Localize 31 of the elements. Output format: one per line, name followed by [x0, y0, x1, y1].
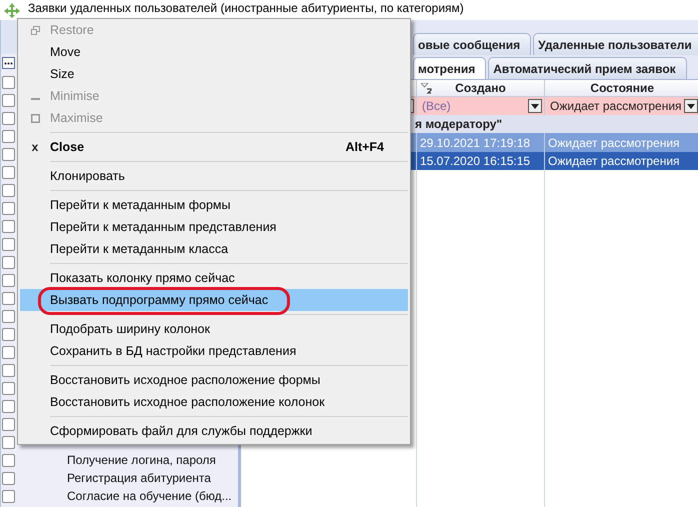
filter-value: (Все) [422, 99, 451, 113]
menu-item[interactable]: Клонировать [20, 165, 408, 187]
tab[interactable]: Удаленные пользователи [533, 33, 698, 55]
table-cell: Ожидает рассмотрения [545, 152, 698, 170]
column-header[interactable]: Состояние [545, 80, 698, 97]
menu-item[interactable]: Показать колонку прямо сейчас [20, 267, 408, 289]
group-header: я модератору" [415, 117, 502, 131]
menu-item[interactable]: Size [20, 63, 408, 85]
close-glyph: x [32, 140, 38, 154]
menu-item[interactable]: Перейти к метаданным класса [20, 238, 408, 260]
filter-value: Ожидает рассмотрения [550, 99, 682, 113]
column-header[interactable]: Создано [417, 80, 545, 97]
menu-item[interactable]: Восстановить исходное расположение колонок [20, 391, 408, 413]
menu-item[interactable]: Восстановить исходное расположение формы [20, 369, 408, 391]
menu-item[interactable]: x Close Alt+F4 [20, 136, 408, 158]
menu-item[interactable]: Подобрать ширину колонок [20, 318, 408, 340]
table-cell: Ожидает рассмотрения [545, 133, 698, 152]
window-title: Заявки удаленных пользователей (иностранные абитуриенты, по категориям) [28, 1, 464, 15]
tree-item[interactable]: Согласие на обучение (бюд... [67, 489, 232, 503]
tree-item[interactable]: Получение логина, пароля [67, 453, 216, 467]
menu-item[interactable]: Move [20, 41, 408, 63]
table-cell: 15.07.2020 16:15:15 [417, 152, 545, 170]
tab[interactable]: Автоматический прием заявок [488, 57, 687, 79]
menu-item[interactable]: Перейти к метаданным формы [20, 194, 408, 216]
menu-item[interactable]: Перейти к метаданным представления [20, 216, 408, 238]
menu-item[interactable]: Сформировать файл для службы поддержки [20, 420, 408, 442]
tree-item[interactable]: Регистрация абитуриента [67, 471, 211, 485]
tab[interactable]: овые сообщения [413, 33, 532, 55]
tab[interactable]: мотрения [413, 57, 486, 79]
menu-item[interactable]: Сохранить в БД настройки представления [20, 340, 408, 362]
table-cell: 29.10.2021 17:19:18 [417, 133, 545, 152]
